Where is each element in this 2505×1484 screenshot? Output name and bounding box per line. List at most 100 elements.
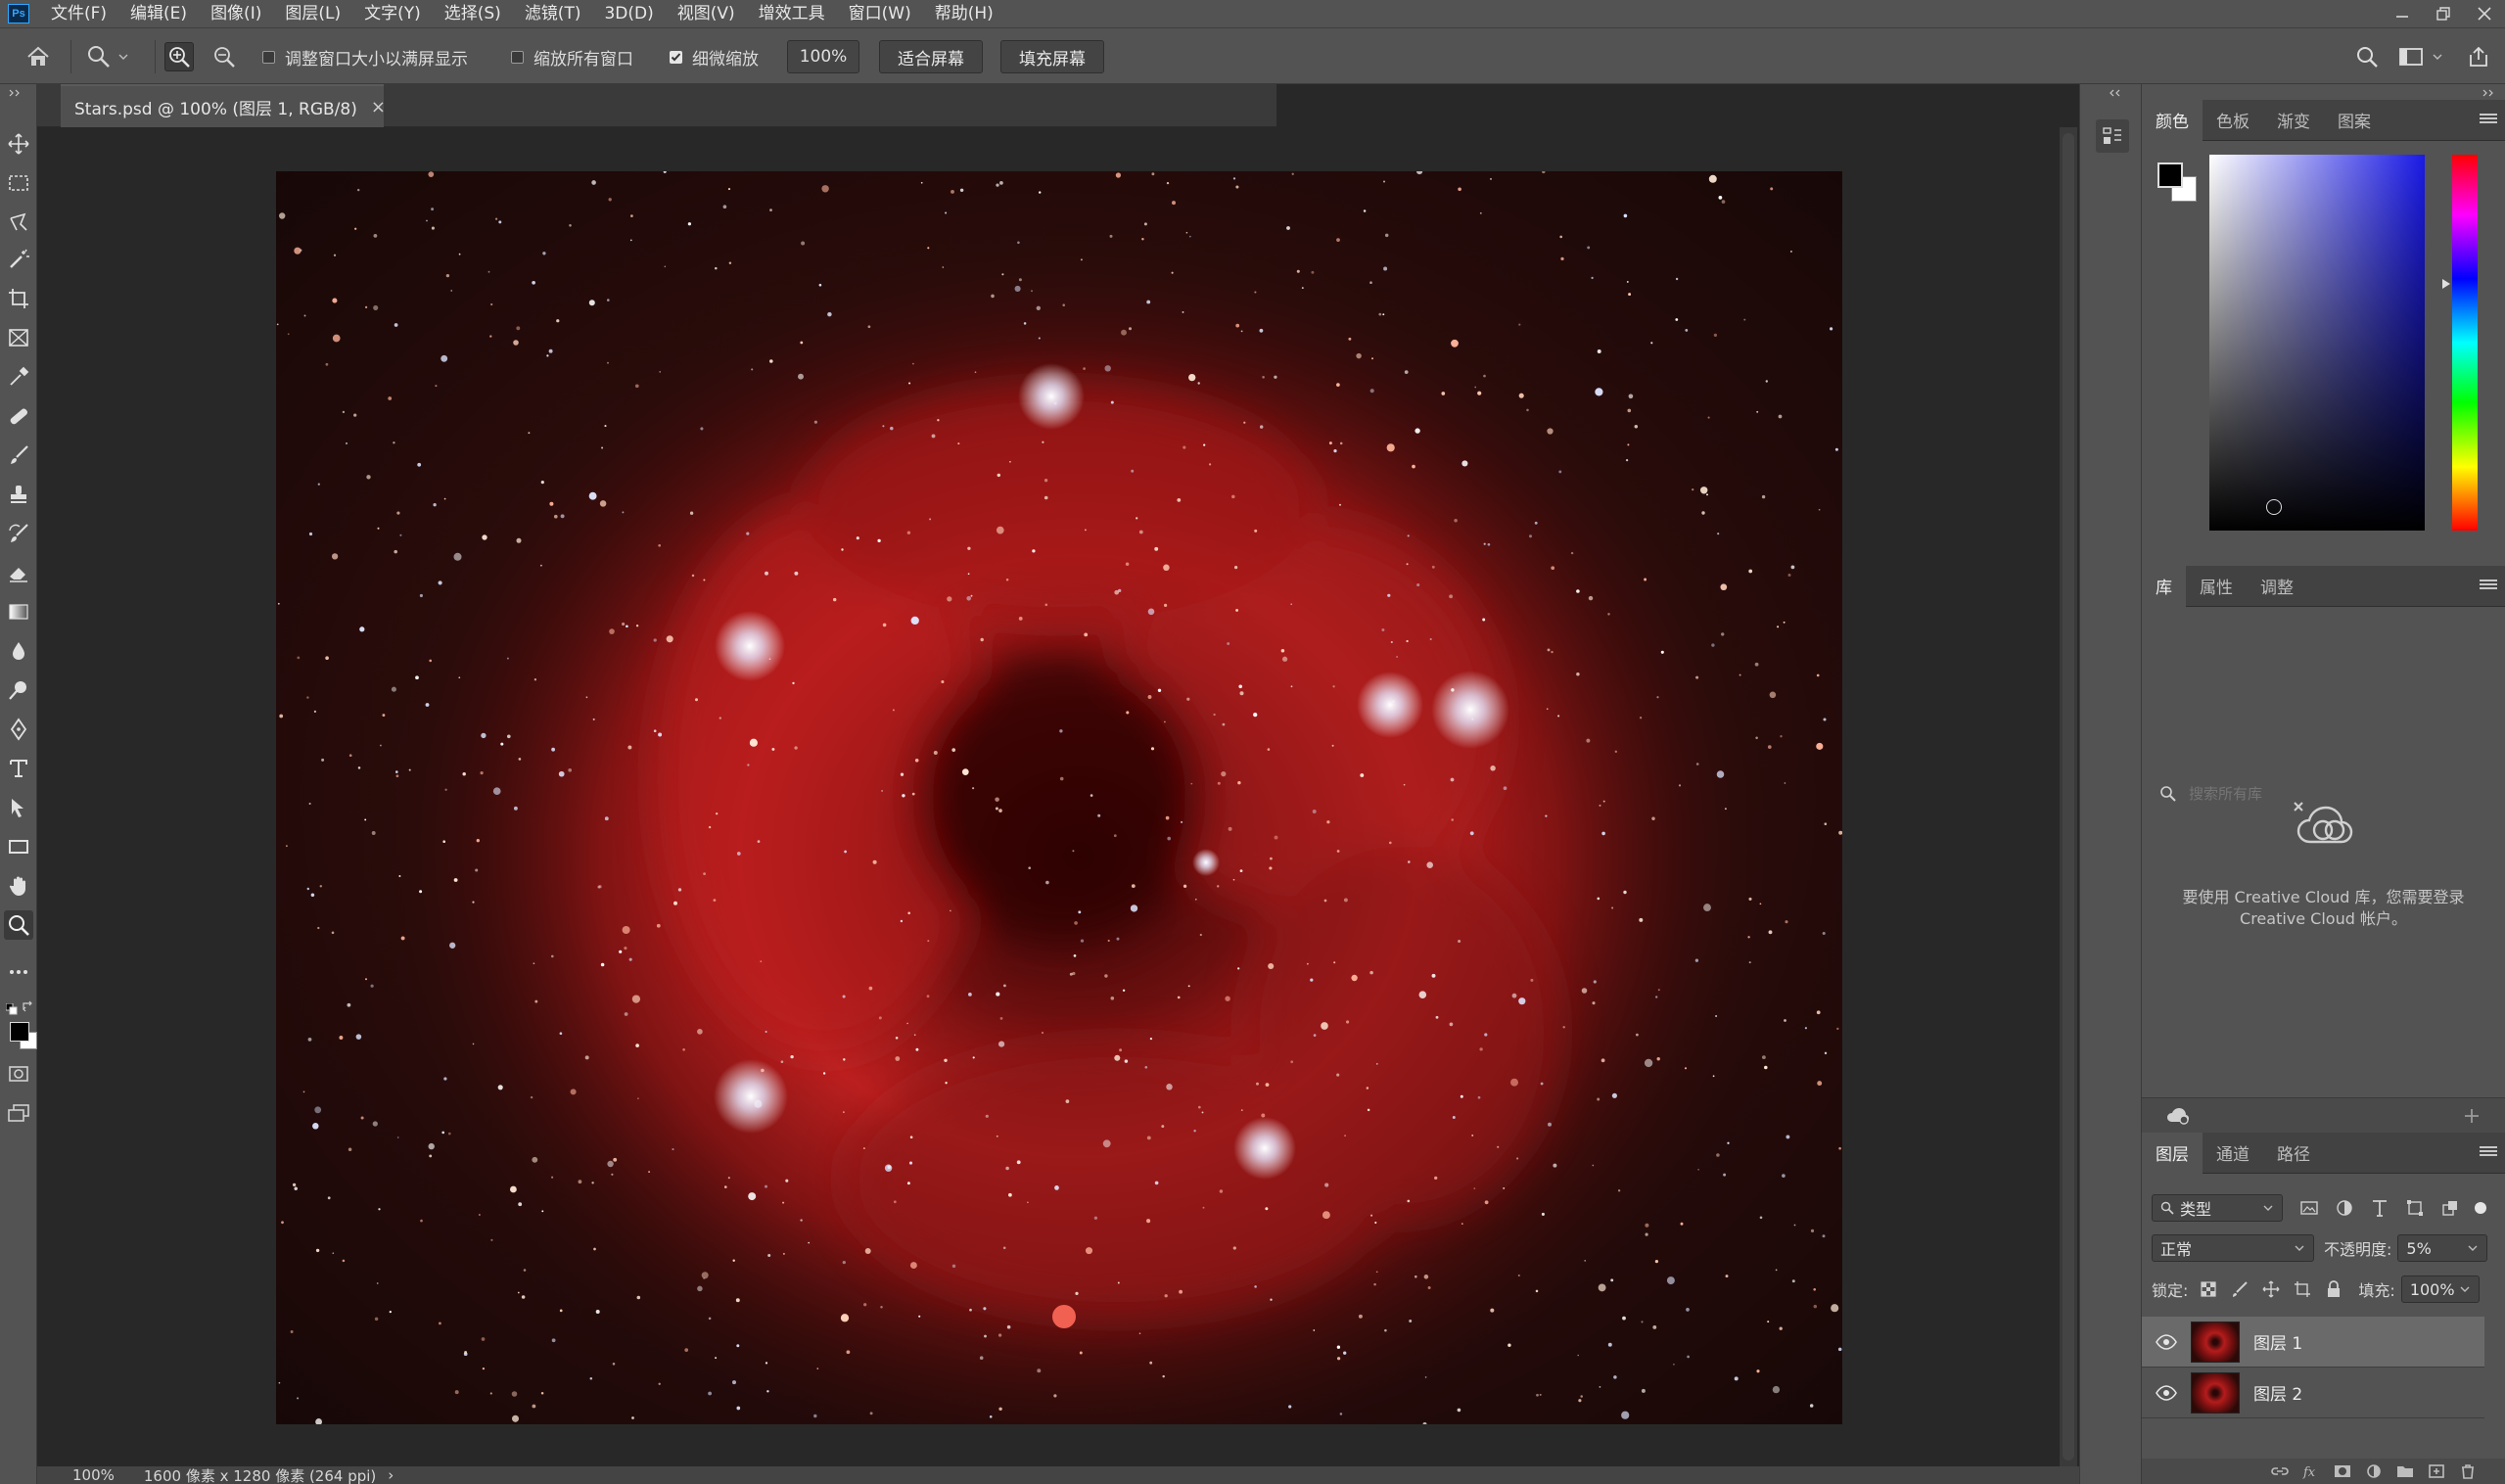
brush-tool[interactable] bbox=[4, 441, 33, 470]
gradient-tool[interactable] bbox=[4, 597, 33, 626]
pixel-layer-filter-icon[interactable] bbox=[2298, 1197, 2320, 1219]
menu-edit[interactable]: 编辑(E) bbox=[118, 0, 199, 27]
edit-toolbar-button[interactable] bbox=[4, 957, 33, 987]
panel-menu-icon[interactable] bbox=[2480, 1144, 2497, 1160]
path-selection-tool[interactable] bbox=[4, 793, 33, 822]
type-layer-filter-icon[interactable] bbox=[2369, 1197, 2390, 1219]
share-button[interactable] bbox=[2467, 28, 2490, 85]
scrubby-zoom-option[interactable]: 细微缩放 bbox=[670, 28, 759, 85]
foreground-color-swatch[interactable] bbox=[10, 1022, 29, 1042]
hue-slider[interactable] bbox=[2452, 155, 2478, 531]
home-button[interactable] bbox=[25, 28, 51, 85]
add-icon[interactable] bbox=[2462, 1106, 2482, 1126]
rectangle-tool[interactable] bbox=[4, 832, 33, 861]
layer-filter-kind-select[interactable]: 类型 bbox=[2152, 1194, 2283, 1222]
new-layer-icon[interactable] bbox=[2427, 1463, 2446, 1479]
menu-view[interactable]: 视图(V) bbox=[666, 0, 747, 27]
quick-mask-button[interactable] bbox=[4, 1059, 33, 1089]
eye-icon[interactable] bbox=[2156, 1333, 2177, 1350]
frame-tool[interactable] bbox=[4, 323, 33, 352]
lock-position-icon[interactable] bbox=[2262, 1280, 2280, 1298]
expand-panels-icon[interactable] bbox=[2482, 88, 2495, 98]
tab-gradients[interactable]: 渐变 bbox=[2263, 100, 2324, 141]
trash-icon[interactable] bbox=[2458, 1463, 2478, 1479]
document-canvas-image[interactable] bbox=[276, 171, 1842, 1424]
canvas-area[interactable] bbox=[37, 127, 1842, 1466]
document-tab[interactable]: Stars.psd @ 100% (图层 1, RGB/8) × bbox=[61, 84, 386, 127]
menu-layer[interactable]: 图层(L) bbox=[273, 0, 352, 27]
panel-menu-icon[interactable] bbox=[2480, 578, 2497, 593]
shape-layer-filter-icon[interactable] bbox=[2404, 1197, 2426, 1219]
tab-close-icon[interactable]: × bbox=[371, 97, 386, 117]
healing-brush-tool[interactable] bbox=[4, 401, 33, 431]
adjustment-layer-icon[interactable] bbox=[2364, 1463, 2384, 1479]
layer-row[interactable]: 图层 1 bbox=[2142, 1317, 2484, 1368]
menu-plugins[interactable]: 增效工具 bbox=[747, 0, 837, 27]
menu-window[interactable]: 窗口(W) bbox=[837, 0, 923, 27]
zoom-all-checkbox[interactable] bbox=[511, 50, 524, 64]
zoom-in-button[interactable] bbox=[164, 42, 194, 71]
resize-windows-checkbox[interactable] bbox=[262, 50, 275, 64]
history-brush-tool[interactable] bbox=[4, 519, 33, 548]
search-button[interactable] bbox=[2355, 28, 2379, 85]
fx-icon[interactable]: fx bbox=[2301, 1463, 2321, 1479]
fit-screen-button[interactable]: 适合屏幕 bbox=[879, 40, 983, 73]
zoom-preset-picker[interactable] bbox=[86, 28, 129, 85]
color-picker-field[interactable] bbox=[2209, 155, 2425, 531]
color-picker-cursor[interactable] bbox=[2266, 499, 2282, 515]
menu-3d[interactable]: 3D(D) bbox=[592, 0, 665, 27]
lock-artboard-icon[interactable] bbox=[2294, 1280, 2311, 1298]
type-tool[interactable] bbox=[4, 754, 33, 783]
tab-layers[interactable]: 图层 bbox=[2142, 1132, 2203, 1174]
lasso-tool[interactable] bbox=[4, 208, 33, 237]
tab-swatches[interactable]: 色板 bbox=[2203, 100, 2263, 141]
collapse-dock-icon[interactable] bbox=[2108, 88, 2121, 98]
lock-all-icon[interactable] bbox=[2325, 1280, 2343, 1298]
marquee-tool[interactable] bbox=[4, 168, 33, 198]
zoom-percent-field[interactable]: 100% bbox=[787, 40, 859, 73]
pen-tool[interactable] bbox=[4, 715, 33, 744]
tab-color[interactable]: 颜色 bbox=[2142, 99, 2203, 141]
workspace-switcher[interactable] bbox=[2398, 28, 2443, 85]
blend-mode-select[interactable]: 正常 bbox=[2152, 1234, 2314, 1262]
menu-filter[interactable]: 滤镜(T) bbox=[513, 0, 593, 27]
tab-patterns[interactable]: 图案 bbox=[2324, 100, 2385, 141]
layer-row[interactable]: 图层 2 bbox=[2142, 1368, 2484, 1418]
hand-tool[interactable] bbox=[4, 871, 33, 901]
folder-icon[interactable] bbox=[2395, 1463, 2415, 1479]
hue-slider-handle[interactable] bbox=[2441, 278, 2451, 290]
blur-tool[interactable] bbox=[4, 636, 33, 666]
lock-transparent-pixels-icon[interactable] bbox=[2200, 1280, 2217, 1298]
cloud-sync-icon[interactable] bbox=[2165, 1106, 2191, 1126]
menu-type[interactable]: 文字(Y) bbox=[352, 0, 433, 27]
filter-toggle[interactable] bbox=[2475, 1202, 2486, 1214]
fill-screen-button[interactable]: 填充屏幕 bbox=[1000, 40, 1104, 73]
tab-properties[interactable]: 属性 bbox=[2186, 566, 2247, 607]
screen-mode-button[interactable] bbox=[4, 1098, 33, 1128]
dodge-tool[interactable] bbox=[4, 675, 33, 705]
status-zoom[interactable]: 100% bbox=[37, 1466, 132, 1484]
color-panel-swatches[interactable] bbox=[2156, 161, 2199, 204]
menu-help[interactable]: 帮助(H) bbox=[923, 0, 1005, 27]
eyedropper-tool[interactable] bbox=[4, 362, 33, 392]
scrollbar-thumb[interactable] bbox=[2063, 133, 2074, 1461]
scrubby-zoom-checkbox[interactable] bbox=[670, 50, 682, 64]
resize-windows-option[interactable]: 调整窗口大小以满屏显示 bbox=[262, 28, 468, 85]
swap-colors-icon[interactable] bbox=[22, 998, 35, 1017]
expand-panel-icon[interactable] bbox=[8, 88, 22, 98]
color-swatches[interactable] bbox=[6, 1016, 37, 1051]
tab-paths[interactable]: 路径 bbox=[2263, 1133, 2324, 1174]
menu-select[interactable]: 选择(S) bbox=[433, 0, 513, 27]
eye-icon[interactable] bbox=[2156, 1384, 2177, 1401]
vertical-scrollbar[interactable] bbox=[2060, 127, 2077, 1466]
opacity-field[interactable]: 5% bbox=[2397, 1234, 2488, 1262]
link-layers-icon[interactable] bbox=[2270, 1463, 2290, 1479]
zoom-tool[interactable] bbox=[4, 910, 33, 940]
menu-file[interactable]: 文件(F) bbox=[39, 0, 118, 27]
fill-field[interactable]: 100% bbox=[2400, 1275, 2480, 1303]
clone-stamp-tool[interactable] bbox=[4, 480, 33, 509]
tab-libraries[interactable]: 库 bbox=[2142, 565, 2186, 607]
close-icon[interactable] bbox=[2464, 0, 2505, 27]
move-tool[interactable] bbox=[4, 129, 33, 159]
status-menu-arrow[interactable]: › bbox=[388, 1466, 394, 1484]
